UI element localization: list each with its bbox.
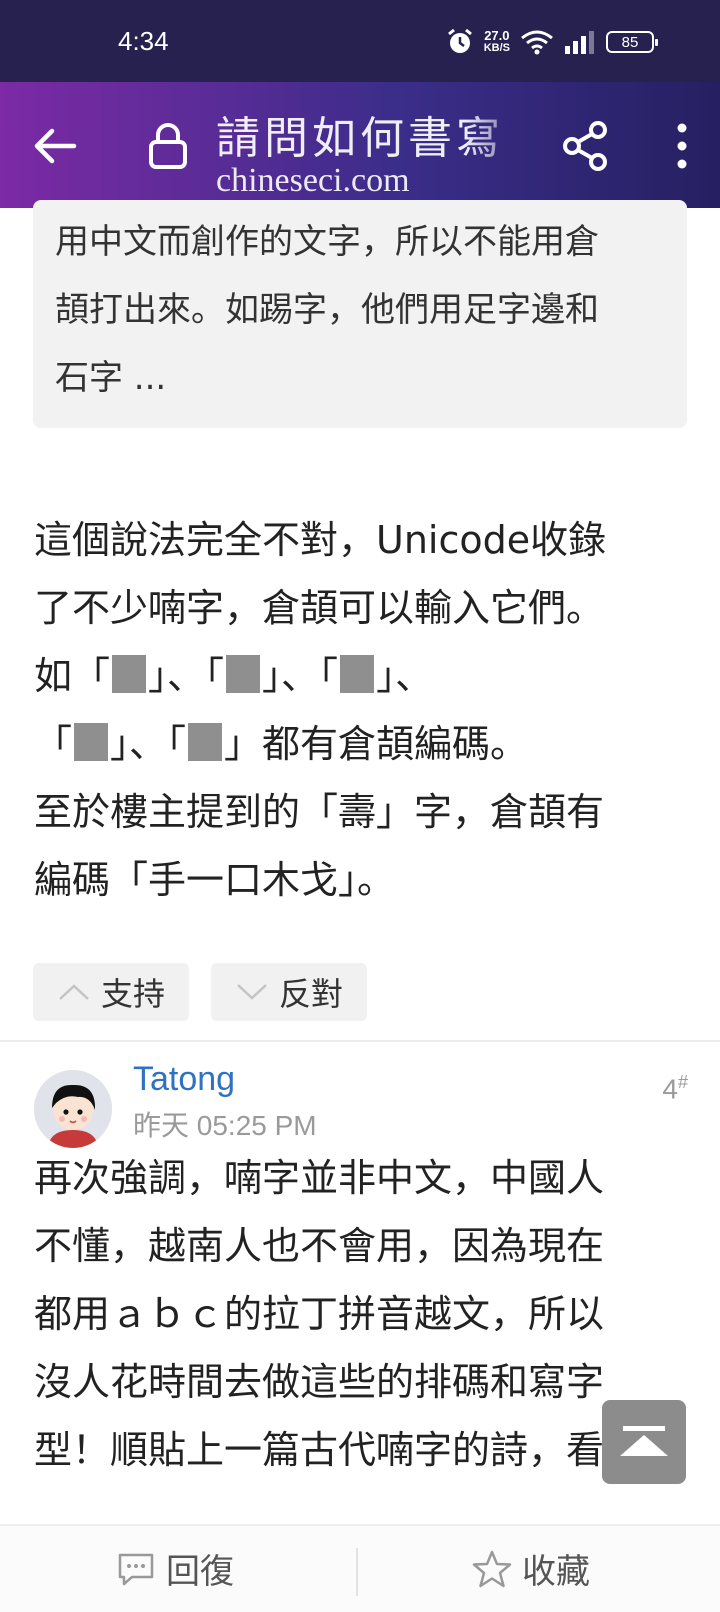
avatar[interactable] [34,1070,112,1148]
floor-value: 4 [662,1073,678,1105]
status-icons: 27.0 KB/S 85 [446,28,658,56]
missing-glyph-box [188,723,223,761]
browser-toolbar: 請問如何書寫 chineseci.com [0,82,720,208]
missing-glyph-box [112,655,147,693]
scroll-to-top-button[interactable] [602,1400,686,1484]
missing-glyph-box [74,723,109,761]
missing-glyph-box [340,655,375,693]
floor-number: 4# [662,1072,688,1105]
support-button[interactable]: 支持 [33,963,190,1021]
post-line: 型！順貼上一篇古代喃字的詩，看 [34,1428,605,1472]
post-line: 編碼「手一口木戈」。 [34,858,396,902]
post-line-text: 都有倉頡編碼。 [262,722,529,766]
post-line: 沒人花時間去做這些的排碼和寫字 [34,1360,605,1404]
post-line: 不懂，越南人也不會用，因為現在 [34,1224,605,1268]
support-label: 支持 [101,975,166,1013]
star-icon [472,1550,512,1587]
quote-line: 石字 ... [55,358,167,398]
quote-line: 頡打出來。如踢字，他們用足字邊和 [55,290,599,330]
battery-icon: 85 [606,31,658,53]
chevron-up-icon [59,984,89,1000]
wifi-icon [521,30,553,55]
post-timestamp: 昨天 05:25 PM [133,1110,317,1141]
signal-icon [565,31,594,54]
favorite-label: 收藏 [522,1552,590,1592]
more-vertical-icon[interactable] [664,120,700,172]
back-arrow-icon[interactable] [28,120,80,172]
floor-mark: # [677,1072,688,1092]
oppose-label: 反對 [279,975,344,1013]
post-line: 再次強調，喃字並非中文，中國人 [34,1156,605,1200]
missing-glyph-box [226,655,261,693]
comment-icon [118,1553,154,1585]
reply-button[interactable]: 回復 [116,1544,234,1593]
post-body: 再次強調，喃字並非中文，中國人 不懂，越南人也不會用，因為現在 都用ａｂｃ的拉丁… [34,1144,686,1484]
post-line: 如「 」、「 」、「」、 [34,654,434,698]
status-bar: 4:34 27.0 KB/S 85 [0,0,720,82]
arrow-up-icon [620,1426,668,1456]
alarm-icon [447,28,472,53]
vote-row: 支持 反對 [33,963,368,1021]
share-icon[interactable] [562,120,610,172]
quote-line: 用中文而創作的文字，所以不能用倉 [55,222,599,262]
status-time: 4:34 [118,26,169,56]
bottom-bar-separator [356,1548,358,1596]
post-line: 至於樓主提到的「壽」字，倉頡有 [34,790,605,834]
net-speed-unit: KB/S [483,42,510,54]
post-line: 都用ａｂｃ的拉丁拼音越文，所以 [34,1292,605,1336]
post-line: 「」、「 」都有倉頡編碼。 [34,722,529,766]
net-speed-value: 27.0 [484,28,510,43]
chevron-down-icon [237,984,267,1000]
bottom-action-bar: 回復 收藏 [0,1524,720,1612]
post-line-text: 如 [34,654,73,698]
post-line: 這個說法完全不對，Unicode收錄 [34,518,607,562]
reply-label: 回復 [166,1552,234,1592]
post-line: 了不少喃字，倉頡可以輸入它們。 [34,586,605,630]
net-speed: 27.0 KB/S [484,29,510,55]
oppose-button[interactable]: 反對 [211,963,368,1021]
page-title[interactable]: 請問如何書寫 [216,102,536,166]
post-divider [0,1040,720,1042]
page-domain[interactable]: chineseci.com [216,162,410,200]
lock-icon [149,123,187,169]
favorite-button[interactable]: 收藏 [472,1544,590,1593]
quote-block: 用中文而創作的文字，所以不能用倉 頡打出來。如踢字，他們用足字邊和 石字 ... [33,200,687,428]
author-name[interactable]: Tatong [133,1060,235,1099]
post-body: 這個說法完全不對，Unicode收錄 了不少喃字，倉頡可以輸入它們。 如「 」、「… [34,506,686,914]
avatar-cartoon-icon [34,1070,112,1148]
